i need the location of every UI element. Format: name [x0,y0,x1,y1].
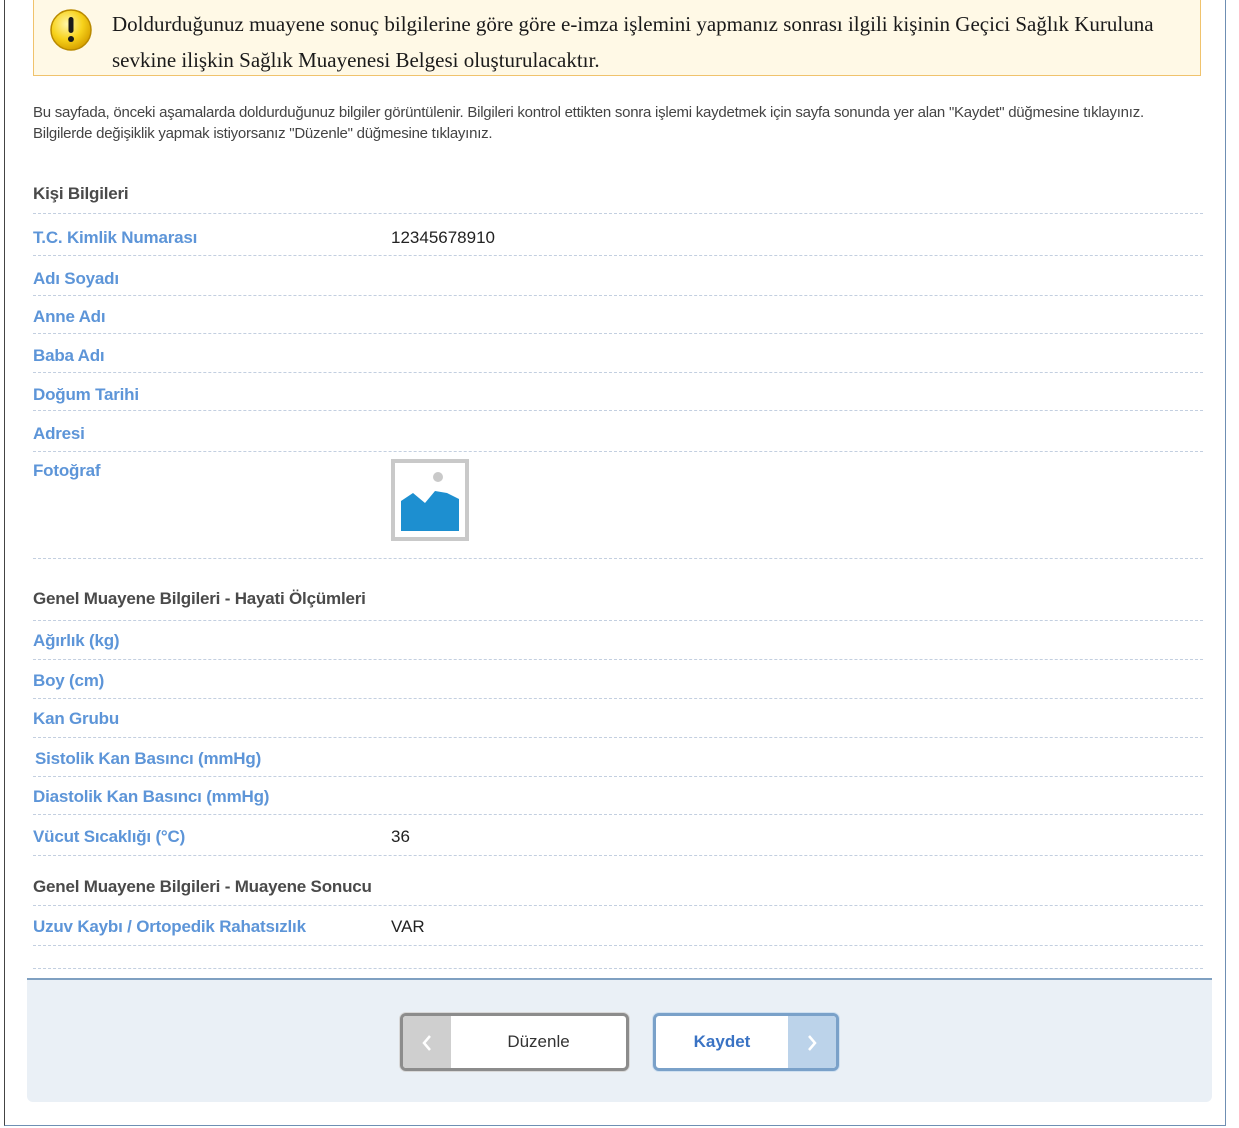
row-father: Baba Adı [33,333,1203,373]
photo-box [391,459,469,541]
systolic-label: Sistolik Kan Basıncı (mmHg) [35,749,262,768]
save-button[interactable]: Kaydet [653,1013,839,1071]
name-label: Adı Soyadı [33,269,119,288]
row-limb-loss: Uzuv Kaybı / Ortopedik Rahatsızlık VAR [33,906,1203,946]
row-address: Adresi [33,410,1203,452]
row-blood: Kan Grubu [33,698,1203,738]
diastolic-label: Diastolik Kan Basıncı (mmHg) [33,787,270,806]
row-mother: Anne Adı [33,295,1203,334]
chevron-left-icon [403,1016,451,1068]
weight-label: Ağırlık (kg) [33,631,120,650]
tc-label: T.C. Kimlik Numarası [33,228,198,247]
row-birth: Doğum Tarihi [33,372,1203,411]
address-label: Adresi [33,424,85,443]
chevron-right-icon [788,1016,836,1068]
limb-loss-label: Uzuv Kaybı / Ortopedik Rahatsızlık [33,917,306,936]
mother-label: Anne Adı [33,307,106,326]
warning-banner: Doldurduğunuz muayene sonuç bilgilerine … [33,0,1201,76]
row-systolic: Sistolik Kan Basıncı (mmHg) [33,737,1203,777]
temperature-value: 36 [391,827,410,846]
row-diastolic: Diastolik Kan Basıncı (mmHg) [33,776,1203,815]
birth-label: Doğum Tarihi [33,385,139,404]
limb-loss-value: VAR [391,917,425,936]
row-weight: Ağırlık (kg) [33,621,1203,660]
row-name: Adı Soyadı [33,255,1203,296]
page-frame [4,0,1226,1126]
intro-text: Bu sayfada, önceki aşamalarda doldurduğu… [33,104,1144,142]
row-height: Boy (cm) [33,659,1203,699]
row-photo: Fotoğraf [33,451,1203,559]
section-title-vitals: Genel Muayene Bilgileri - Hayati Ölçümle… [33,589,366,608]
row-temperature: Vücut Sıcaklığı (°C) 36 [33,814,1203,856]
edit-button[interactable]: Düzenle [400,1013,629,1071]
height-label: Boy (cm) [33,671,105,690]
blood-label: Kan Grubu [33,709,120,728]
action-bar: Düzenle Kaydet [27,978,1212,1102]
tc-value: 12345678910 [391,228,496,247]
section-title-person: Kişi Bilgileri [33,184,129,203]
edit-button-label: Düzenle [507,1032,570,1051]
father-label: Baba Adı [33,346,105,365]
warning-text: Doldurduğunuz muayene sonuç bilgilerine … [112,12,1154,72]
row-tc: T.C. Kimlik Numarası 12345678910 [33,214,1203,256]
warning-icon [50,9,92,51]
save-button-label: Kaydet [693,1032,751,1051]
photo-label: Fotoğraf [33,461,101,480]
divider [33,968,1203,969]
section-title-result: Genel Muayene Bilgileri - Muayene Sonucu [33,877,372,896]
temperature-label: Vücut Sıcaklığı (°C) [33,827,186,846]
image-placeholder-icon [395,463,465,537]
